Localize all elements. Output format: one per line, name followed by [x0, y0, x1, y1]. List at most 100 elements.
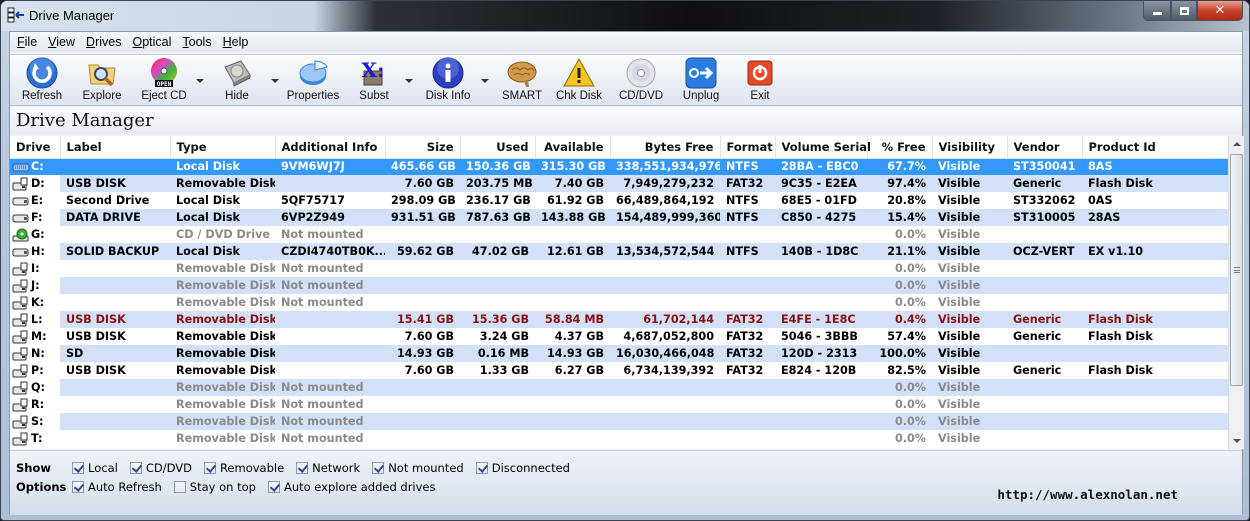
scroll-up-arrow-icon[interactable]: [1233, 142, 1241, 146]
option-auto-refresh-checkbox[interactable]: Auto Refresh: [72, 480, 162, 494]
show-network-checkbox[interactable]: Network: [296, 461, 360, 475]
checkbox-checked-icon[interactable]: [72, 462, 84, 474]
vertical-scrollbar[interactable]: [1228, 136, 1244, 449]
menu-bar: File View Drives Optical Tools Help: [10, 32, 1242, 52]
checkbox-checked-icon[interactable]: [372, 462, 385, 474]
drive-row[interactable]: N: SD Removable Disk 14.93 GB 0.16 MB 14.93 G…: [10, 345, 1228, 362]
menu-drives[interactable]: Drives: [83, 35, 129, 49]
disk-info-dropdown-arrow[interactable]: [481, 77, 489, 85]
drive-row[interactable]: S: Removable Disk Not mounted 0.0% Visible: [10, 413, 1228, 430]
show-removable-checkbox[interactable]: Removable: [203, 461, 284, 475]
checkbox-checked-icon[interactable]: [203, 462, 216, 474]
show-not-mounted-checkbox[interactable]: Not mounted: [372, 461, 464, 475]
menu-tools[interactable]: Tools: [179, 35, 219, 49]
checkbox-checked-icon[interactable]: [475, 462, 488, 474]
drive-row[interactable]: Q: Removable Disk Not mounted 0.0% Visible: [10, 379, 1228, 396]
website-link[interactable]: http://www.alexnolan.net: [997, 487, 1178, 502]
scroll-thumb[interactable]: [1230, 154, 1243, 386]
disk-info-button[interactable]: Disk Info: [422, 57, 474, 105]
drive-row[interactable]: I: Removable Disk Not mounted 0.0% Visible: [10, 260, 1228, 277]
drive-letter: K:: [31, 296, 45, 309]
cell-drive: T:: [10, 430, 60, 447]
checkbox-checked-icon[interactable]: [267, 481, 280, 493]
close-button[interactable]: ✕: [1197, 1, 1243, 21]
cell-vendor: [1007, 345, 1082, 362]
checkbox-checked-icon[interactable]: [296, 462, 309, 474]
properties-button[interactable]: Properties: [284, 57, 342, 105]
drive-row[interactable]: D: USB DISK Removable Disk 7.60 GB 203.75 MB…: [10, 175, 1228, 192]
cell-type: Removable Disk: [176, 364, 275, 377]
drive-row[interactable]: H: SOLID BACKUP Local Disk CZDI4740TB0K... 5…: [10, 243, 1228, 260]
minimize-button[interactable]: [1143, 1, 1171, 21]
cell-size: 15.41 GB: [385, 311, 460, 328]
option-stay-on-top-checkbox[interactable]: Stay on top: [173, 480, 256, 494]
maximize-button[interactable]: [1171, 1, 1197, 21]
drive-row[interactable]: F: DATA DRIVE Local Disk 6VP2Z949 931.51 GB 7…: [10, 209, 1228, 226]
col-volume-serial[interactable]: Volume Serial: [775, 136, 871, 159]
drive-row[interactable]: G: CD / DVD Drive Not mounted 0.0% Visible: [10, 226, 1228, 243]
col-visibility[interactable]: Visibility: [932, 136, 1008, 159]
col-drive[interactable]: Drive: [10, 136, 61, 159]
smart-button[interactable]: SMART: [498, 57, 546, 105]
checkbox-unchecked-icon[interactable]: [173, 481, 186, 493]
exit-button[interactable]: Exit: [740, 57, 780, 105]
col-vendor[interactable]: Vendor: [1007, 136, 1083, 159]
cell-drive: K:: [10, 294, 60, 311]
explore-button[interactable]: Explore: [74, 57, 130, 105]
col-product-id[interactable]: Product Id: [1082, 136, 1228, 159]
menu-file[interactable]: File: [14, 35, 45, 49]
chk-disk-button[interactable]: Chk Disk: [554, 57, 604, 105]
drive-row[interactable]: K: Removable Disk Not mounted 0.0% Visible: [10, 294, 1228, 311]
col-format[interactable]: Format: [720, 136, 776, 159]
drive-row[interactable]: C: Local Disk 9VM6WJ7J 465.66 GB 150.36 GB 31…: [10, 158, 1228, 175]
menu-view[interactable]: View: [45, 35, 83, 49]
cell-drive: R:: [10, 396, 60, 413]
drive-list[interactable]: Drive Label Type Additional Info Size Us…: [10, 136, 1228, 449]
subst-dropdown-arrow[interactable]: [405, 77, 413, 85]
drive-row[interactable]: E: Second Drive Local Disk 5QF75717 298.09 G…: [10, 192, 1228, 209]
cell-bytes-free: 338,551,934,976: [610, 158, 720, 175]
menu-help[interactable]: Help: [220, 35, 257, 49]
cell-percent-free: 100.0%: [867, 345, 932, 362]
show-cd-dvd-checkbox[interactable]: CD/DVD: [129, 461, 192, 475]
eject-cd-button[interactable]: OPEN Eject CD: [136, 57, 192, 105]
drive-row[interactable]: J: Removable Disk Not mounted 0.0% Visible: [10, 277, 1228, 294]
col-used[interactable]: Used: [460, 136, 536, 159]
title-bar[interactable]: Drive Manager ✕: [1, 1, 1249, 31]
refresh-button[interactable]: Refresh: [14, 57, 70, 105]
hide-button[interactable]: Hide: [212, 57, 262, 105]
drive-row[interactable]: T: Removable Disk Not mounted 0.0% Visible: [10, 430, 1228, 447]
show-local-checkbox[interactable]: Local: [72, 461, 118, 475]
drive-row[interactable]: R: Removable Disk Not mounted 0.0% Visible: [10, 396, 1228, 413]
option-auto-explore-added-drives-checkbox[interactable]: Auto explore added drives: [267, 480, 436, 494]
unplug-button[interactable]: Unplug: [678, 57, 724, 105]
eject-cd-dropdown-arrow[interactable]: [196, 77, 204, 85]
menu-optical[interactable]: Optical: [129, 35, 179, 49]
checkbox-checked-icon[interactable]: [129, 462, 142, 474]
cell-size: [385, 379, 460, 396]
cell-type: Local Disk: [170, 158, 275, 175]
hide-dropdown-arrow[interactable]: [271, 77, 279, 85]
scroll-down-arrow-icon[interactable]: [1233, 439, 1241, 443]
checkbox-checked-icon[interactable]: [72, 481, 84, 493]
col-available[interactable]: Available: [535, 136, 611, 159]
cell-additional-info: Not mounted: [281, 432, 364, 445]
cell-available: 315.30 GB: [535, 158, 610, 175]
cell-additional-info: Not mounted: [275, 413, 385, 430]
smart-label: SMART: [501, 90, 543, 102]
subst-button[interactable]: X: Subst: [352, 57, 396, 105]
col-additional-info[interactable]: Additional Info: [275, 136, 386, 159]
col-percent-free[interactable]: % Free: [867, 136, 933, 159]
col-bytes-free[interactable]: Bytes Free: [610, 136, 721, 159]
cell-label: USB DISK: [66, 364, 126, 377]
show-disconnected-checkbox[interactable]: Disconnected: [475, 461, 570, 475]
drive-row[interactable]: L: USB DISK Removable Disk 15.41 GB 15.36 GB…: [10, 311, 1228, 328]
drive-row[interactable]: P: USB DISK Removable Disk 7.60 GB 1.33 GB 6.…: [10, 362, 1228, 379]
cd-dvd-label: CD/DVD: [618, 90, 664, 102]
col-size[interactable]: Size: [385, 136, 461, 159]
drive-row[interactable]: M: USB DISK Removable Disk 7.60 GB 3.24 GB 4.…: [10, 328, 1228, 345]
cd-dvd-button[interactable]: CD/DVD: [616, 57, 666, 105]
col-type[interactable]: Type: [170, 136, 276, 159]
svg-text:X:: X:: [362, 58, 385, 82]
col-label[interactable]: Label: [60, 136, 171, 159]
